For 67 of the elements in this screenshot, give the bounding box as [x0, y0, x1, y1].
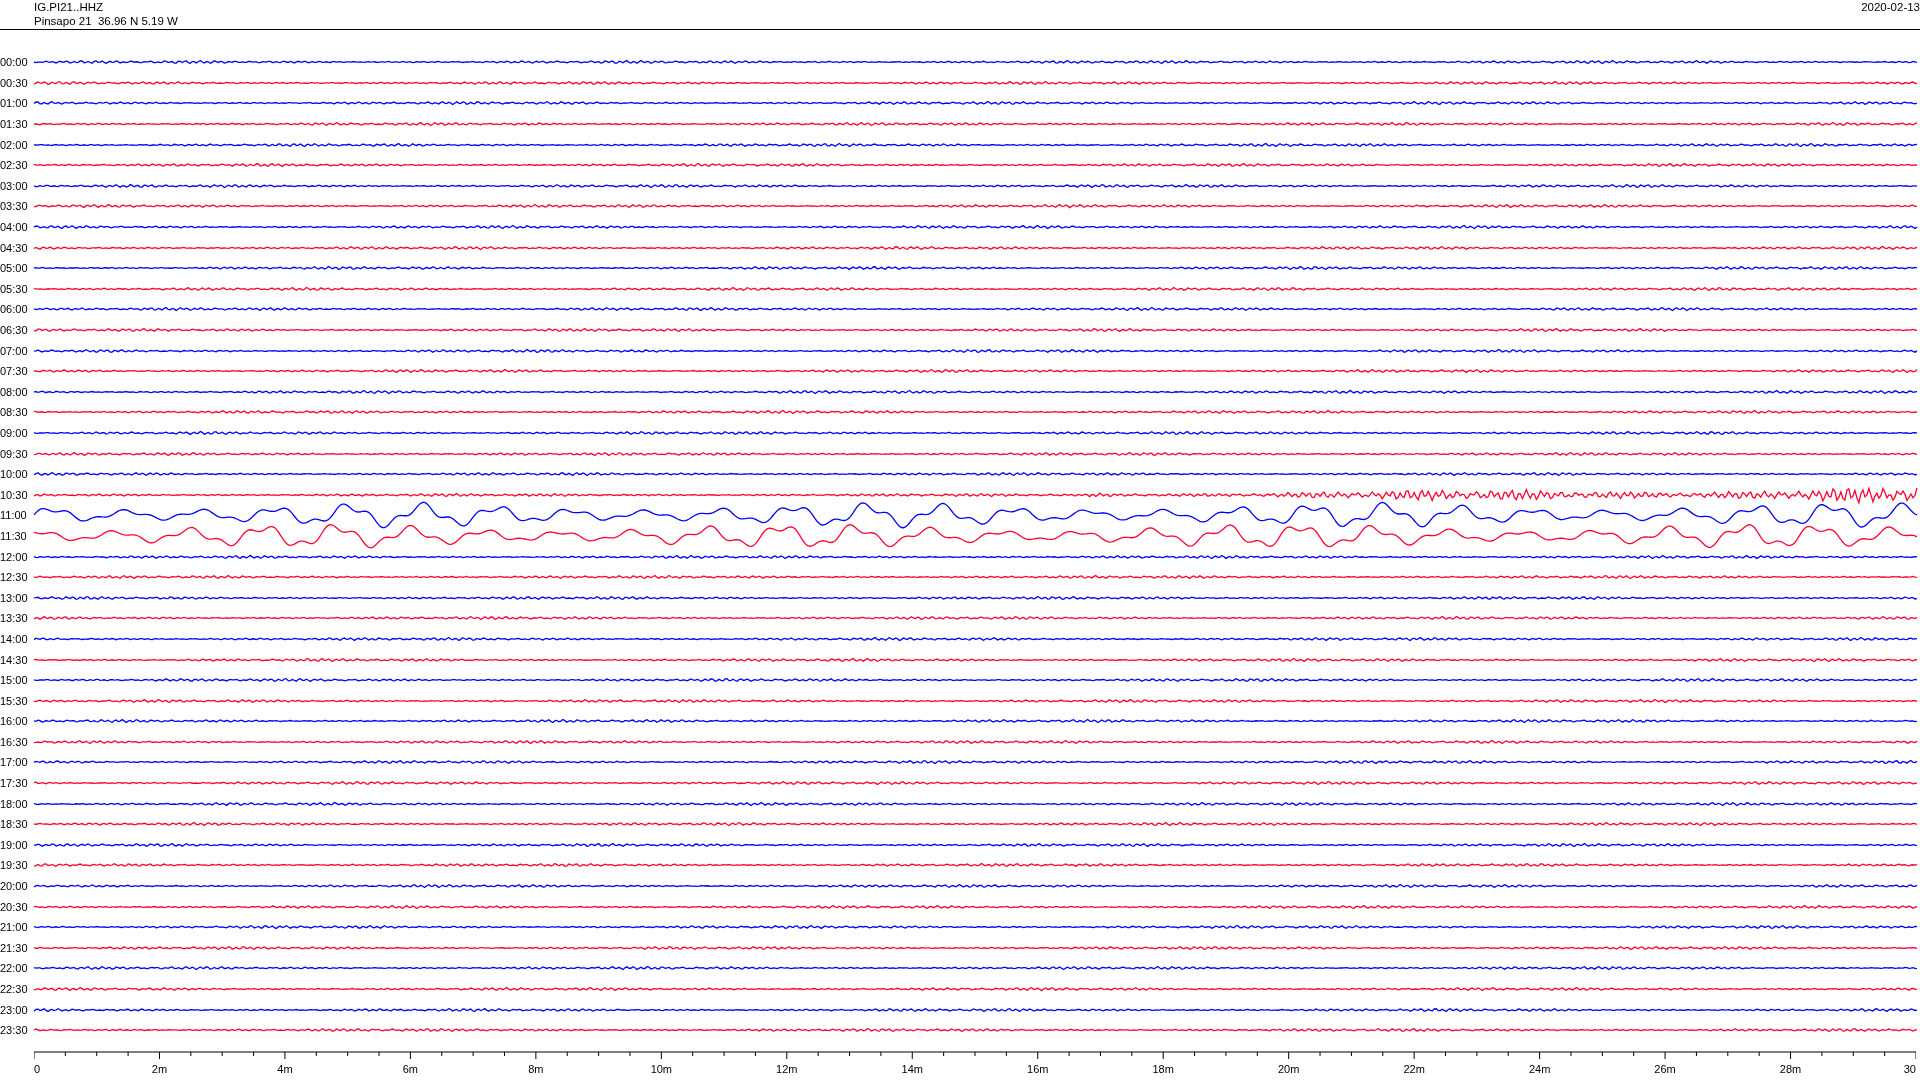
axis-tick-label: 12m — [776, 1062, 798, 1075]
time-label: 10:00 — [0, 468, 29, 481]
time-label: 02:00 — [0, 138, 29, 151]
axis-tick-label: 8m — [528, 1062, 544, 1075]
time-label: 06:00 — [0, 303, 29, 316]
station-info: Pinsapo 21 36.96 N 5.19 W — [34, 14, 178, 28]
axis-tick-label: 16m — [1027, 1062, 1049, 1075]
time-label: 02:30 — [0, 159, 29, 172]
time-label: 16:00 — [0, 715, 29, 728]
time-label: 14:00 — [0, 632, 29, 645]
time-label: 13:00 — [0, 591, 29, 604]
time-label: 22:00 — [0, 962, 29, 975]
axis-tick-label: 26m — [1654, 1062, 1676, 1075]
time-label: 05:00 — [0, 262, 29, 275]
time-label: 07:00 — [0, 344, 29, 357]
time-label: 07:30 — [0, 365, 29, 378]
time-label: 12:30 — [0, 571, 29, 584]
time-label: 19:30 — [0, 859, 29, 872]
axis-tick-label: 6m — [402, 1062, 419, 1075]
time-label: 19:00 — [0, 838, 29, 851]
time-label: 04:00 — [0, 221, 29, 234]
time-label: 01:30 — [0, 118, 29, 131]
axis-tick-label: 30 — [1903, 1062, 1916, 1075]
time-label: 20:30 — [0, 900, 29, 913]
time-label: 04:30 — [0, 241, 29, 254]
axis-tick-label: 0 — [34, 1062, 41, 1075]
time-label: 06:30 — [0, 324, 29, 336]
time-label: 11:30 — [0, 529, 28, 542]
time-label: 23:30 — [0, 1024, 29, 1037]
time-label: 01:00 — [0, 97, 29, 110]
plot-date: 2020-02-13 — [1861, 0, 1920, 15]
time-label: 13:30 — [0, 612, 29, 625]
time-label: 09:30 — [0, 447, 29, 460]
time-label: 12:00 — [0, 550, 29, 563]
axis-tick-label: 10m — [650, 1062, 673, 1075]
time-label: 11:00 — [0, 509, 28, 522]
time-label: 15:00 — [0, 674, 29, 687]
axis-tick-label: 24m — [1528, 1062, 1551, 1075]
time-label: 09:00 — [0, 427, 29, 439]
time-label: 10:30 — [0, 488, 29, 501]
time-label: 00:30 — [0, 76, 29, 89]
time-label: 03:00 — [0, 179, 29, 192]
axis-tick-label: 14m — [901, 1062, 923, 1075]
time-label: 05:30 — [0, 282, 29, 295]
time-label: 03:30 — [0, 200, 29, 213]
time-label: 08:00 — [0, 385, 29, 398]
time-label: 21:00 — [0, 921, 29, 934]
time-label: 00:00 — [0, 56, 29, 69]
time-label: 17:30 — [0, 777, 29, 790]
axis-tick-label: 2m — [151, 1062, 168, 1075]
time-label: 15:30 — [0, 694, 29, 707]
time-label: 23:00 — [0, 1003, 29, 1016]
time-label: 14:30 — [0, 653, 29, 666]
time-label: 17:00 — [0, 756, 29, 769]
time-label: 18:30 — [0, 818, 29, 831]
axis-tick-label: 20m — [1277, 1062, 1300, 1075]
channel-code: IG.PI21..HHZ — [34, 0, 105, 14]
axis-tick-label: 4m — [277, 1062, 293, 1075]
time-label: 08:30 — [0, 406, 29, 419]
time-label: 21:30 — [0, 941, 29, 954]
axis-tick-label: 22m — [1403, 1062, 1425, 1075]
axis-tick-label: 28m — [1779, 1062, 1802, 1075]
time-label: 22:30 — [0, 983, 29, 995]
time-label: 18:00 — [0, 797, 29, 810]
time-label: 16:30 — [0, 735, 29, 748]
time-label: 20:00 — [0, 880, 29, 893]
axis-tick-label: 18m — [1152, 1062, 1174, 1075]
